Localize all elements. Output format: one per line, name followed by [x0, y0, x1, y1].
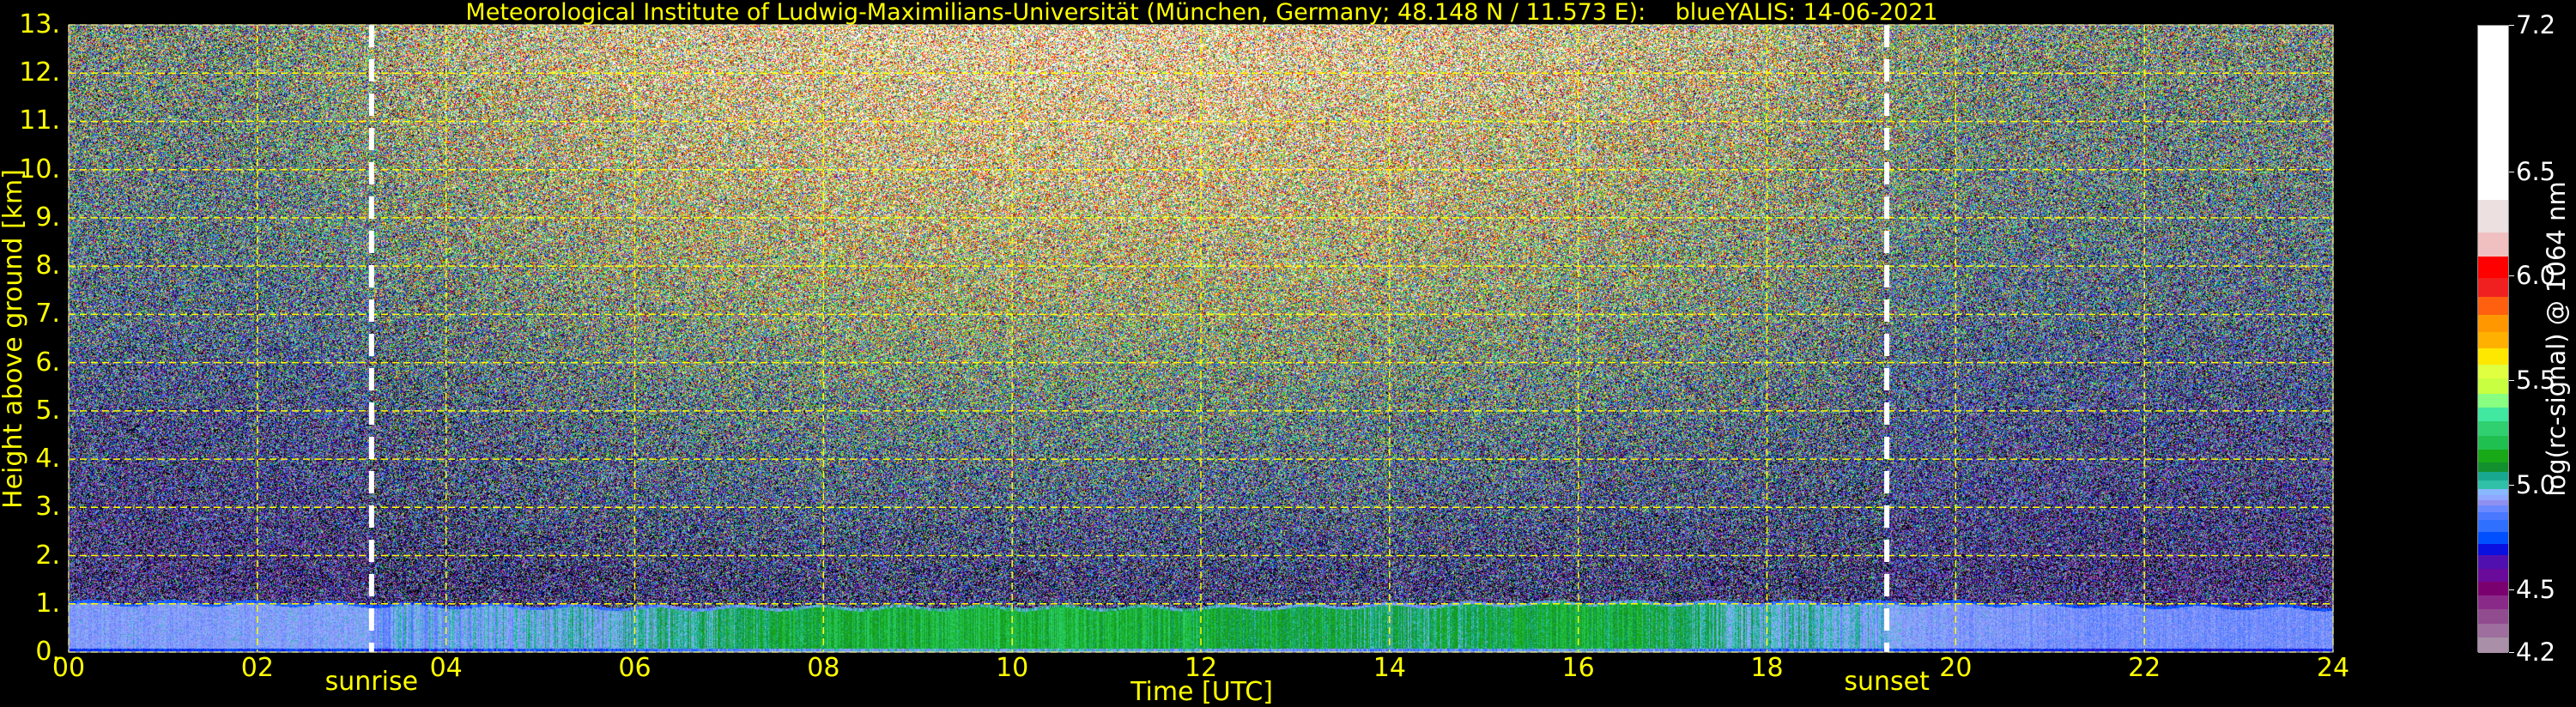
y-tick-label: 13.: [19, 9, 60, 39]
colorbar-band: [2478, 494, 2508, 500]
colorbar-band: [2478, 314, 2508, 333]
colorbar-band: [2478, 364, 2508, 379]
colorbar-band: [2478, 531, 2508, 544]
colorbar-band: [2478, 331, 2508, 348]
x-tick-label: 14: [1373, 653, 1406, 683]
colorbar-tick-label: 6.5: [2516, 156, 2556, 186]
colorbar-tick-mark: [2509, 380, 2514, 382]
x-tick-label: 00: [52, 653, 86, 683]
plot-area: [68, 24, 2334, 653]
x-tick-label: 16: [1561, 653, 1595, 683]
colorbar-band: [2478, 462, 2508, 472]
x-tick-label: 22: [2128, 653, 2161, 683]
colorbar-tick-mark: [2509, 652, 2514, 653]
colorbar-band: [2478, 277, 2508, 297]
plot-overlay: [68, 24, 2334, 653]
colorbar-band: [2478, 347, 2508, 365]
colorbar-band: [2478, 471, 2508, 480]
colorbar-tick-label: 7.2: [2516, 10, 2556, 39]
y-tick-label: 2.: [35, 540, 60, 571]
colorbar-band: [2478, 480, 2508, 489]
colorbar-band: [2478, 488, 2508, 495]
colorbar-band: [2478, 543, 2508, 555]
colorbar-tick-mark: [2509, 25, 2514, 26]
y-tick-label: 11.: [19, 106, 60, 136]
x-tick-label: 18: [1750, 653, 1784, 683]
colorbar-band: [2478, 449, 2508, 462]
colorbar-band: [2478, 378, 2508, 394]
colorbar-tick-mark: [2509, 275, 2514, 277]
colorbar-band: [2478, 519, 2508, 533]
x-tick-label: 08: [807, 653, 840, 683]
x-tick-label: 04: [429, 653, 463, 683]
colorbar-tick-label: 4.5: [2516, 574, 2556, 604]
colorbar-band: [2478, 435, 2508, 450]
x-tick-label: 02: [240, 653, 274, 683]
colorbar-band: [2478, 595, 2508, 609]
colorbar-band: [2478, 199, 2508, 233]
colorbar-band: [2478, 420, 2508, 437]
x-axis-title: Time [UTC]: [1130, 677, 1273, 707]
colorbar-band: [2478, 568, 2508, 583]
colorbar-label: log(rc-signal) @ 1064 nm: [2542, 181, 2571, 497]
colorbar-band: [2478, 232, 2508, 257]
colorbar-band: [2478, 256, 2508, 278]
colorbar-band: [2478, 505, 2508, 512]
sunset-label: sunset: [1844, 667, 1930, 697]
colorbar-tick-label: 4.2: [2516, 638, 2556, 667]
colorbar-tick-mark: [2509, 485, 2514, 486]
x-tick-label: 20: [1939, 653, 1973, 683]
x-tick-label: 06: [618, 653, 652, 683]
y-axis-title: Height above ground [km]: [0, 169, 28, 509]
colorbar-band: [2478, 608, 2508, 625]
colorbar-band: [2478, 623, 2508, 638]
colorbar-band: [2478, 393, 2508, 408]
colorbar: [2477, 25, 2509, 654]
colorbar-band: [2478, 581, 2508, 595]
x-tick-label: 10: [996, 653, 1029, 683]
y-tick-label: 12.: [19, 57, 60, 88]
y-tick-label: 1.: [35, 588, 60, 619]
colorbar-band: [2478, 511, 2508, 521]
colorbar-tick-mark: [2509, 589, 2514, 590]
chart-title: Meteorological Institute of Ludwig-Maxim…: [465, 0, 1938, 26]
colorbar-band: [2478, 637, 2508, 654]
colorbar-band: [2478, 296, 2508, 316]
colorbar-band: [2478, 499, 2508, 506]
colorbar-band: [2478, 26, 2508, 201]
colorbar-band: [2478, 554, 2508, 569]
x-tick-label: 24: [2316, 653, 2350, 683]
sunrise-label: sunrise: [324, 667, 419, 697]
colorbar-band: [2478, 407, 2508, 422]
